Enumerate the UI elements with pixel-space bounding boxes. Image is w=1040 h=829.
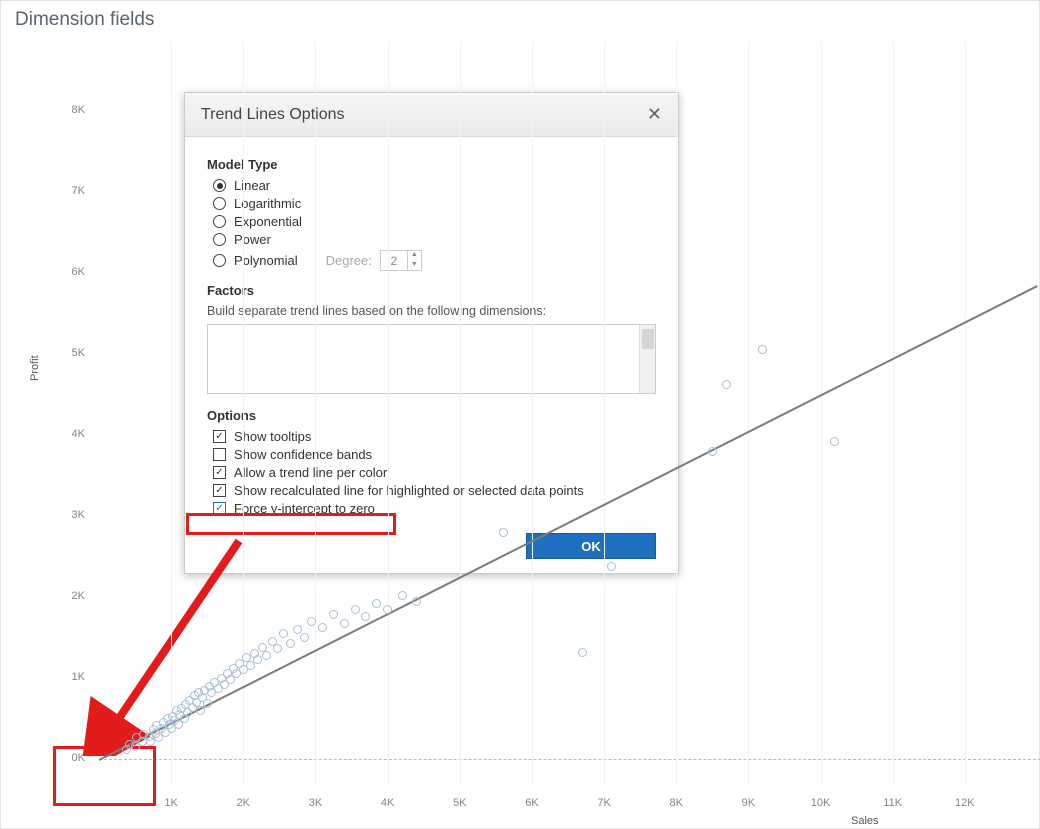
y-tick-label: 4K [65,428,85,440]
gridline [460,41,461,784]
zero-baseline [99,759,1040,760]
degree-input[interactable] [381,251,407,270]
model-type-heading: Model Type [207,157,656,172]
y-tick-label: 7K [65,185,85,197]
x-tick-label: 8K [661,797,691,809]
option-show-confidence-label: Show confidence bands [234,447,372,462]
data-point[interactable] [262,651,271,660]
data-point[interactable] [412,597,421,606]
factors-listbox[interactable] [207,324,656,394]
y-tick-label: 3K [65,509,85,521]
radio-icon [213,197,226,210]
x-tick-label: 9K [733,797,763,809]
model-linear-label: Linear [234,178,270,193]
checkbox-checked-icon: ✓ [213,430,226,443]
gridline [893,41,894,784]
checkbox-icon [213,448,226,461]
option-show-tooltips-label: Show tooltips [234,429,311,444]
y-axis-label: Profit [29,355,41,381]
option-per-color[interactable]: ✓ Allow a trend line per color [213,465,656,480]
data-point[interactable] [383,605,392,614]
close-icon[interactable]: ✕ [647,104,662,125]
scrollbar[interactable] [639,325,655,393]
y-tick-label: 8K [65,104,85,116]
gridline [604,41,605,784]
data-point[interactable] [196,706,205,715]
x-tick-label: 5K [445,797,475,809]
ok-button[interactable]: OK [526,533,656,559]
option-show-tooltips[interactable]: ✓ Show tooltips [213,429,656,444]
gridline [821,41,822,784]
model-exponential-radio[interactable]: Exponential [213,214,656,229]
model-logarithmic-radio[interactable]: Logarithmic [213,196,656,211]
data-point[interactable] [340,619,349,628]
radio-icon [213,254,226,267]
radio-selected-icon [213,179,226,192]
data-point[interactable] [708,447,717,456]
gridline [532,41,533,784]
data-point[interactable] [398,591,407,600]
degree-spinner[interactable]: ▲▼ [380,250,422,271]
factors-help-text: Build separate trend lines based on the … [207,304,656,318]
checkbox-checked-icon: ✓ [213,484,226,497]
x-tick-label: 7K [589,797,619,809]
model-power-radio[interactable]: Power [213,232,656,247]
gridline [676,41,677,784]
x-tick-label: 11K [878,797,908,809]
spinner-up-icon[interactable]: ▲ [408,251,421,261]
radio-icon [213,215,226,228]
data-point[interactable] [293,625,302,634]
factors-heading: Factors [207,283,656,298]
option-show-confidence[interactable]: Show confidence bands [213,447,656,462]
page-title: Dimension fields [15,9,154,31]
checkbox-checked-icon: ✓ [213,466,226,479]
data-point[interactable] [578,648,587,657]
model-linear-radio[interactable]: Linear [213,178,656,193]
y-tick-label: 2K [65,590,85,602]
gridline [315,41,316,784]
x-tick-label: 10K [806,797,836,809]
gridline [388,41,389,784]
gridline [171,41,172,784]
y-tick-label: 0K [65,752,85,764]
spinner-down-icon[interactable]: ▼ [408,261,421,271]
data-point[interactable] [607,562,616,571]
model-polynomial-radio[interactable]: Polynomial Degree: ▲▼ [213,250,656,271]
x-tick-label: 4K [373,797,403,809]
x-axis-label: Sales [851,815,879,827]
x-tick-label: 12K [950,797,980,809]
x-tick-label: 1K [156,797,186,809]
data-point[interactable] [499,528,508,537]
y-tick-label: 1K [65,671,85,683]
model-power-label: Power [234,232,271,247]
data-point[interactable] [351,605,360,614]
gridline [965,41,966,784]
dialog-title: Trend Lines Options [201,106,344,124]
radio-icon [213,233,226,246]
x-tick-label: 6K [517,797,547,809]
y-tick-label: 5K [65,347,85,359]
degree-label: Degree: [326,253,372,268]
option-recalc[interactable]: ✓Show recalculated line for highlighted … [213,483,656,498]
options-heading: Options [207,408,656,423]
gridline [748,41,749,784]
scrollbar-thumb[interactable] [642,329,654,349]
x-tick-label: 3K [300,797,330,809]
option-per-color-label: Allow a trend line per color [234,465,387,480]
x-tick-label: 2K [228,797,258,809]
y-tick-label: 6K [65,266,85,278]
